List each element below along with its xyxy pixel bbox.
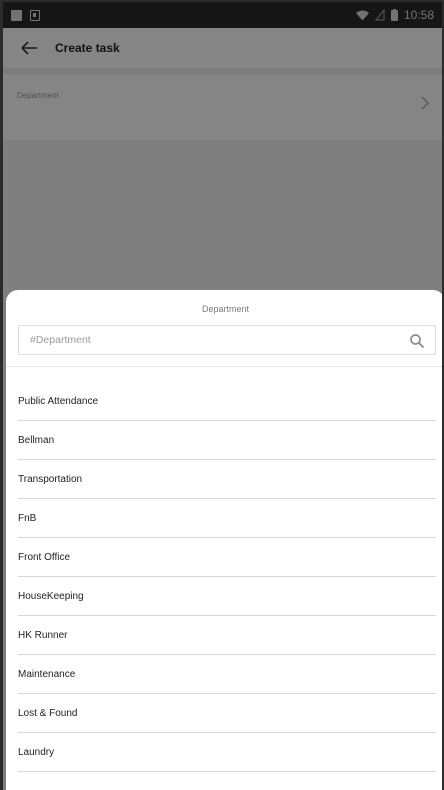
list-item-label: Front Office xyxy=(18,551,71,563)
list-item-front-office[interactable]: Front Office xyxy=(18,538,436,577)
department-bottom-sheet: Department Public Attendance Bellman Tra… xyxy=(6,290,442,790)
app-frame: 10:58 Create task Department Department … xyxy=(0,0,444,790)
list-item-housekeeping[interactable]: HouseKeeping xyxy=(18,577,436,616)
list-item-label: Bellman xyxy=(18,434,55,446)
list-item-label: FnB xyxy=(18,512,37,524)
list-item-label: Laundry xyxy=(18,746,55,758)
search-box xyxy=(18,325,436,355)
search-input[interactable] xyxy=(19,334,389,346)
list-item-label: Lost & Found xyxy=(18,707,78,719)
list-item-label: HK Runner xyxy=(18,629,68,641)
divider xyxy=(6,366,442,367)
list-item-transportation[interactable]: Transportation xyxy=(18,460,436,499)
sheet-title: Department xyxy=(201,304,250,314)
list-item-lost-found[interactable]: Lost & Found xyxy=(18,694,436,733)
department-list: Public Attendance Bellman Transportation… xyxy=(18,382,436,772)
list-item-fnb[interactable]: FnB xyxy=(18,499,436,538)
list-item-bellman[interactable]: Bellman xyxy=(18,421,436,460)
list-item-label: HouseKeeping xyxy=(18,590,84,602)
list-item-public-attendance[interactable]: Public Attendance xyxy=(18,382,436,421)
search-icon[interactable] xyxy=(409,333,425,349)
list-item-laundry[interactable]: Laundry xyxy=(18,733,436,772)
list-item-maintenance[interactable]: Maintenance xyxy=(18,655,436,694)
list-item-label: Maintenance xyxy=(18,668,76,680)
list-item-label: Public Attendance xyxy=(18,395,99,407)
list-item-label: Transportation xyxy=(18,473,83,485)
list-item-hk-runner[interactable]: HK Runner xyxy=(18,616,436,655)
